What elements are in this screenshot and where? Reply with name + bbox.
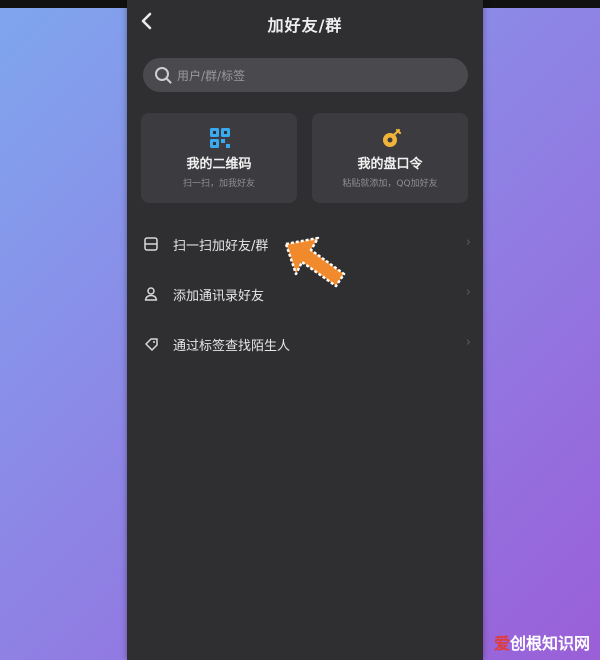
card-subtitle: 粘贴就添加，QQ加好友 [342, 179, 438, 189]
menu-item-tag-search[interactable]: 通过标签查找陌生人 › [127, 326, 483, 362]
chevron-right-icon: › [465, 285, 471, 300]
menu-item-label: 扫一扫加好友/群 [173, 239, 269, 254]
nav-header: 加好友/群 [127, 8, 483, 38]
my-qr-code-card[interactable]: 我的二维码 扫一扫，加我好友 [141, 113, 297, 203]
pointer-arrow-annotation [284, 236, 346, 288]
chevron-right-icon: › [465, 335, 471, 350]
menu-item-label: 添加通讯录好友 [173, 289, 265, 304]
contacts-person-icon [144, 287, 158, 301]
watermark: 爱创根知识网 [493, 634, 590, 653]
card-title: 我的二维码 [186, 157, 252, 172]
search-input[interactable]: 用户/群/标签 [143, 58, 468, 92]
scan-icon [144, 237, 158, 251]
card-subtitle: 扫一扫，加我好友 [182, 179, 255, 189]
menu-item-label: 通过标签查找陌生人 [173, 339, 291, 354]
qr-code-icon [210, 128, 230, 148]
password-key-icon [383, 128, 402, 147]
chevron-right-icon: › [465, 235, 471, 250]
phone-screen: 加好友/群 用户/群/标签 我的二维码 扫一扫，加我好友 我的盘口令 粘贴就添加… [127, 0, 483, 660]
card-title: 我的盘口令 [357, 157, 423, 172]
my-password-card[interactable]: 我的盘口令 粘贴就添加，QQ加好友 [312, 113, 468, 203]
search-icon [155, 67, 169, 81]
tag-icon [145, 338, 158, 351]
search-placeholder: 用户/群/标签 [177, 69, 246, 83]
page-title: 加好友/群 [267, 16, 343, 35]
